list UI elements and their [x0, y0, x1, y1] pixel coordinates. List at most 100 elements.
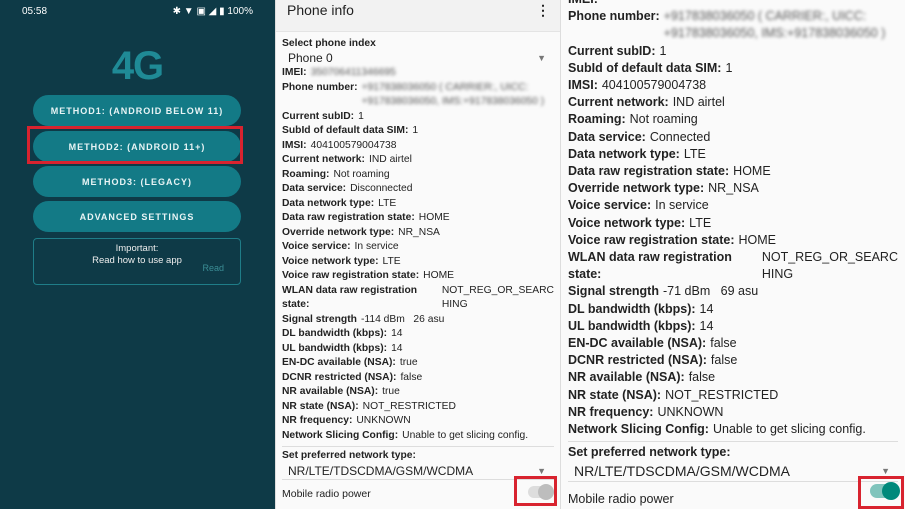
info-row: Data service: Connected	[568, 129, 898, 146]
info-label: SubId of default data SIM:	[282, 125, 409, 136]
info-label: IMEI:	[568, 0, 598, 8]
info-label: Roaming:	[568, 112, 626, 127]
info-row: IMSI: 404100579004738	[568, 77, 898, 94]
phone-index-value: Phone 0	[288, 51, 333, 65]
info-value: 1	[659, 43, 667, 58]
info-label: WLAN data raw registration state:	[568, 250, 732, 282]
info-row: Network Slicing Config: Unable to get sli…	[282, 429, 554, 444]
phone-info-screen-2: IMEI:Phone number:+917838036050 ( CARRIE…	[560, 0, 905, 509]
info-value: Unable to get slicing config.	[712, 422, 866, 437]
pref-network-select[interactable]: NR/LTE/TDSCDMA/GSM/WCDMA ▼	[568, 461, 898, 483]
info-row: UL bandwidth (kbps): 14	[282, 342, 554, 357]
advanced-settings-button[interactable]: ADVANCED SETTINGS	[33, 201, 241, 232]
divider	[282, 443, 554, 447]
info-value: false	[710, 353, 738, 368]
info-row: NR state (NSA): NOT_RESTRICTED	[282, 400, 554, 415]
battery-level: 100%	[227, 6, 253, 17]
info-row: IMSI: 404100579004738	[282, 139, 554, 154]
read-link[interactable]: Read	[202, 262, 224, 274]
info-row: Roaming: Not roaming	[282, 168, 554, 183]
info-row: Roaming: Not roaming	[568, 111, 898, 128]
info-value: In service	[354, 241, 399, 252]
info-row: Network Slicing Config: Unable to get sli…	[568, 421, 898, 438]
info-label: Signal strength	[282, 313, 357, 325]
info-value: 1	[725, 60, 733, 75]
info-row: Current network: IND airtel	[282, 153, 554, 168]
highlight-box	[858, 476, 904, 509]
info-row: DL bandwidth (kbps): 14	[568, 301, 898, 318]
info-value: 1	[412, 125, 419, 136]
phone-index-select[interactable]: Phone 0 ▼	[282, 51, 554, 66]
page-title: Phone info	[287, 2, 354, 18]
info-value: Not roaming	[333, 168, 390, 180]
info-row: Data network type: LTE	[568, 146, 898, 163]
info-label: DL bandwidth (kbps):	[282, 328, 388, 339]
info-row: DCNR restricted (NSA): false	[568, 352, 898, 369]
info-label: IMEI:	[282, 67, 307, 78]
info-value: false	[688, 370, 716, 385]
info-value: true	[382, 386, 400, 397]
info-label: NR frequency:	[568, 404, 654, 419]
phone-info-screen-1: Phone info ⋮ Select phone index Phone 0 ▼…	[275, 0, 560, 509]
important-card: Important: Read how to use app Read	[33, 238, 241, 285]
info-value: IND airtel	[672, 95, 725, 110]
info-value: 14	[699, 301, 714, 316]
info-label: Phone number:	[568, 9, 660, 24]
info-value: NOT_RESTRICTED	[665, 387, 779, 402]
info-row: Current network: IND airtel	[568, 94, 898, 111]
info-row: Signal strength -71 dBm 69 asu	[568, 283, 898, 300]
info-label: Data raw registration state:	[282, 212, 415, 223]
info-value: -71 dBm 69 asu	[662, 284, 759, 299]
method1-button[interactable]: METHOD1: (ANDROID BELOW 11)	[33, 95, 241, 126]
info-label: Data service:	[568, 129, 646, 144]
info-row: Current subID: 1	[568, 43, 898, 60]
info-value: -114 dBm 26 asu	[360, 313, 445, 325]
info-value: NR_NSA	[708, 181, 759, 196]
info-label: WLAN data raw registration state:	[282, 284, 418, 311]
info-row: DL bandwidth (kbps): 14	[282, 327, 554, 342]
info-label: Voice service:	[282, 241, 351, 252]
method3-button[interactable]: METHOD3: (LEGACY)	[33, 166, 241, 197]
info-label: EN-DC available (NSA):	[282, 357, 396, 368]
info-value: LTE	[689, 215, 712, 230]
info-label: Voice service:	[568, 198, 652, 213]
status-bar: 05:58 ✱ ▼ ▣ ◢ ▮ 100%	[22, 6, 253, 17]
info-label: DL bandwidth (kbps):	[568, 301, 696, 316]
info-row: NR frequency: UNKNOWN	[568, 404, 898, 421]
info-label: DCNR restricted (NSA):	[568, 353, 707, 368]
info-row: Signal strength -114 dBm 26 asu	[282, 313, 554, 328]
app-screen: 05:58 ✱ ▼ ▣ ◢ ▮ 100% 4G METHOD1: (ANDROI…	[0, 0, 275, 509]
info-row: Voice service: In service	[568, 197, 898, 214]
info-value: NR_NSA	[398, 226, 440, 238]
info-value: 1	[358, 110, 364, 122]
app-bar: Phone info ⋮	[276, 0, 560, 32]
info-label: Current network:	[568, 95, 669, 110]
info-value: +917838036050 ( CARRIER:, UICC: +9178380…	[361, 81, 545, 108]
info-label: NR state (NSA):	[568, 387, 662, 402]
info-row: DCNR restricted (NSA): false	[282, 371, 554, 386]
more-options-icon[interactable]: ⋮	[536, 2, 550, 19]
info-row: Voice raw registration state: HOME	[568, 232, 898, 249]
info-row: Override network type: NR_NSA	[568, 180, 898, 197]
info-value: LTE	[382, 255, 401, 267]
info-label: Signal strength	[568, 284, 659, 299]
highlight-box	[514, 476, 557, 506]
info-label: IMSI:	[568, 78, 598, 93]
info-value: 350706411346695	[310, 67, 396, 78]
status-icons: ✱ ▼ ▣ ◢ ▮	[172, 6, 225, 17]
info-list: IMEI:Phone number:+917838036050 ( CARRIE…	[568, 0, 898, 438]
info-list: IMEI: 350706411346695 Phone number: +917838…	[282, 66, 554, 443]
info-row: UL bandwidth (kbps): 14	[568, 318, 898, 335]
info-row: NR frequency: UNKNOWN	[282, 414, 554, 429]
info-row: EN-DC available (NSA): false	[568, 335, 898, 352]
info-row: NR state (NSA): NOT_RESTRICTED	[568, 387, 898, 404]
info-label: EN-DC available (NSA):	[568, 336, 707, 351]
info-row: Voice network type: LTE	[282, 255, 554, 270]
info-label: Roaming:	[282, 168, 330, 180]
info-value: LTE	[378, 197, 397, 209]
info-value: IND airtel	[368, 154, 412, 165]
select-phone-label: Select phone index	[282, 38, 376, 49]
info-label: NR frequency:	[282, 415, 353, 426]
info-value: NOT_REG_OR_SEARC HING	[761, 250, 898, 282]
info-value: UNKNOWN	[657, 404, 724, 419]
